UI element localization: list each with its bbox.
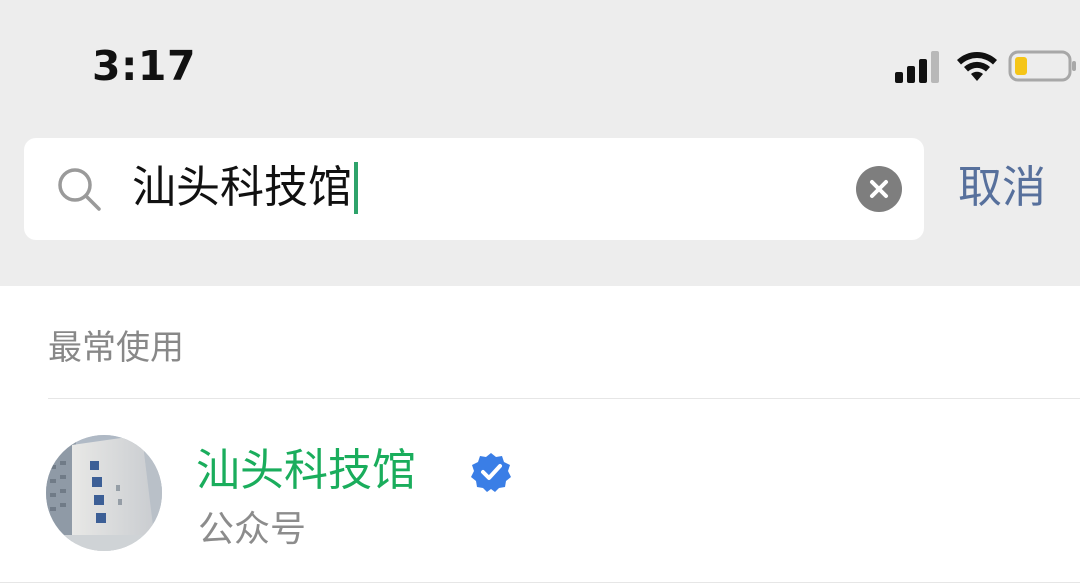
search-bar[interactable]: 汕头科技馆: [24, 138, 924, 240]
clear-icon: [870, 180, 888, 198]
result-subtitle: 公众号: [198, 509, 307, 550]
list-item[interactable]: 汕头科技馆 公众号: [0, 399, 1080, 584]
search-icon: [58, 168, 101, 211]
verified-badge-icon: [471, 453, 511, 492]
status-time: 3:17: [92, 42, 196, 90]
header-area: 3:17 汕头科技馆 取消: [0, 0, 1080, 286]
search-input[interactable]: 汕头科技馆: [132, 160, 358, 216]
clear-button[interactable]: [856, 166, 902, 212]
battery-low-icon: [1008, 50, 1076, 82]
cellular-signal-icon: [895, 51, 939, 83]
cancel-button[interactable]: 取消: [958, 160, 1046, 216]
wifi-icon: [957, 52, 997, 81]
search-query-text: 汕头科技馆: [132, 162, 352, 213]
section-title-most-used: 最常使用: [48, 328, 184, 368]
text-caret: [354, 162, 358, 214]
building-avatar: [46, 435, 162, 551]
result-title: 汕头科技馆: [196, 445, 416, 496]
divider: [0, 582, 1080, 583]
